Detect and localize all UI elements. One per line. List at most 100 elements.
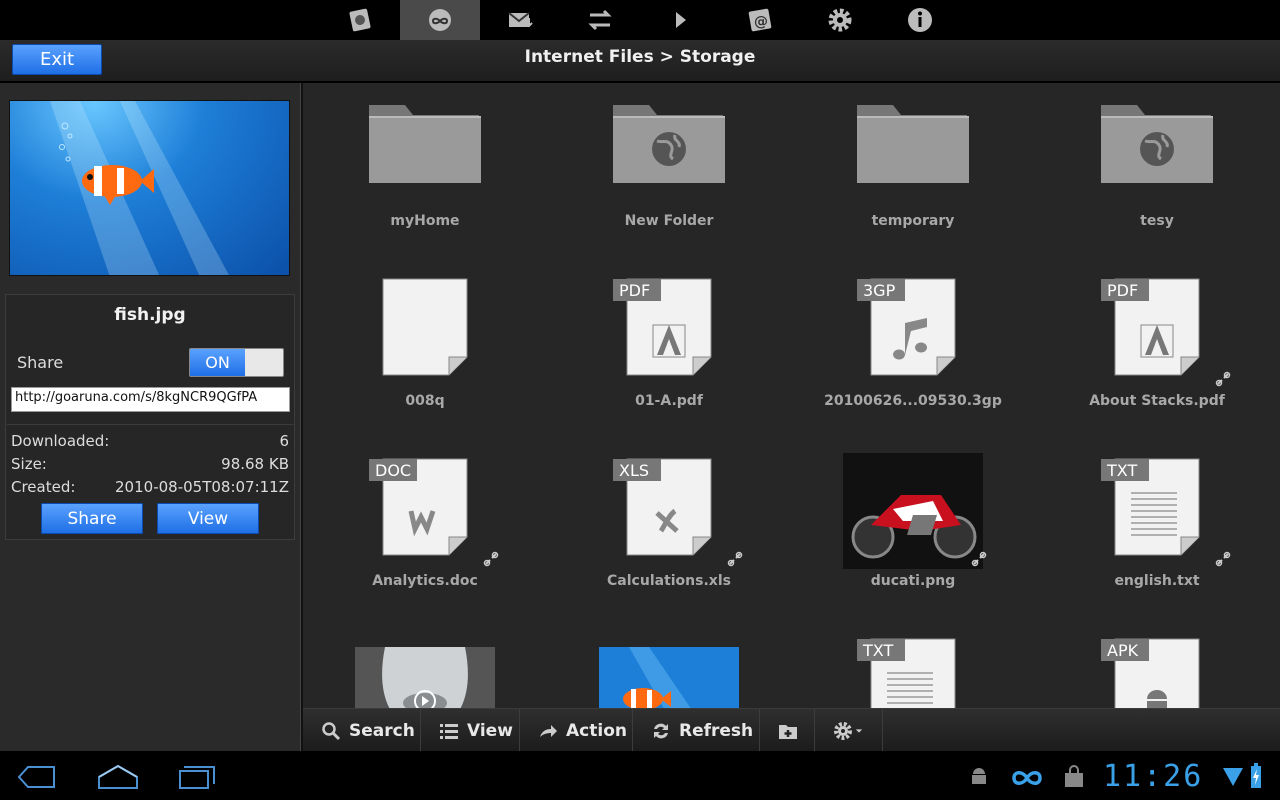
action-button[interactable]: Action [520, 709, 633, 752]
shared-link-icon [1215, 551, 1231, 567]
file-name: fish.jpg [114, 305, 186, 325]
size-row: Size: 98.68 KB [11, 455, 289, 473]
pdf-file-icon: PDF [1097, 273, 1217, 383]
refresh-icon [654, 723, 668, 738]
share-url-field[interactable]: http://goaruna.com/s/8kgNCR9QGfPA [11, 387, 290, 412]
file-label: ducati.png [870, 573, 956, 589]
file-item[interactable]: APK [1035, 623, 1279, 708]
file-label: About Stacks.pdf [1089, 393, 1225, 409]
shared-link-icon [1215, 371, 1231, 387]
file-info-box: fish.jpg Share ON http://goaruna.com/s/8… [5, 294, 295, 540]
hard-drive-icon [349, 8, 371, 32]
chevron-down-icon [855, 728, 863, 733]
file-item[interactable]: PDF 01-A.pdf [547, 263, 791, 443]
file-item[interactable]: 008q [303, 263, 547, 443]
forward-arrow-icon [540, 724, 557, 737]
clock: 11:26 [1103, 759, 1204, 794]
search-button[interactable]: Search [303, 709, 421, 752]
folder-icon [853, 93, 973, 203]
downloaded-value: 6 [279, 432, 289, 450]
settings-menu-button[interactable] [815, 709, 883, 752]
svg-text:APK: APK [1107, 641, 1139, 660]
share-toggle[interactable]: ON [189, 348, 284, 377]
view-mode-button[interactable]: View [421, 709, 520, 752]
size-label: Size: [11, 455, 47, 473]
gear-dropdown-icon [834, 721, 852, 740]
file-item[interactable]: temporary [791, 83, 1035, 263]
image-thumbnail [355, 647, 495, 708]
file-item[interactable]: 3GP 20100626...09530.3gp [791, 263, 1035, 443]
settings-tab[interactable] [800, 0, 880, 40]
file-item[interactable]: ducati.png [791, 443, 1035, 623]
title-bar: Internet Files > Storage Exit [0, 40, 1280, 82]
file-label: New Folder [624, 213, 714, 229]
top-tab-bar: @ [0, 0, 1280, 40]
file-item[interactable]: XLS Calculations.xls [547, 443, 791, 623]
recent-apps-icon[interactable] [177, 763, 217, 791]
image-thumbnail [843, 453, 983, 569]
exit-button[interactable]: Exit [12, 44, 102, 75]
info-tab[interactable] [880, 0, 960, 40]
file-label: 01-A.pdf [635, 393, 703, 409]
transfers-tab[interactable] [560, 0, 640, 40]
shared-link-icon [483, 551, 499, 567]
file-item[interactable]: tesy [1035, 83, 1279, 263]
created-row: Created: 2010-08-05T08:07:11Z [11, 478, 289, 496]
action-label: Action [566, 720, 627, 741]
3gp-file-icon: 3GP [853, 273, 973, 383]
svg-text:PDF: PDF [1107, 281, 1138, 300]
downloaded-label: Downloaded: [11, 432, 110, 450]
blank-file-icon [365, 273, 485, 383]
svg-text:XLS: XLS [619, 461, 649, 480]
folder-icon [365, 93, 485, 203]
file-item[interactable]: New Folder [547, 83, 791, 263]
doc-file-icon: DOC [365, 453, 485, 563]
image-thumbnail [599, 647, 739, 708]
file-item[interactable]: myHome [303, 83, 547, 263]
play-tab[interactable] [640, 0, 720, 40]
file-label: 008q [405, 393, 445, 409]
file-label: tesy [1140, 213, 1174, 229]
file-item[interactable]: TXT [791, 623, 1035, 708]
file-label: 20100626...09530.3gp [824, 393, 1002, 409]
file-preview-image [9, 100, 290, 276]
battery-charging-icon [1251, 763, 1261, 788]
apk-file-icon: APK [1097, 633, 1217, 708]
file-item[interactable] [303, 623, 547, 708]
svg-text:DOC: DOC [375, 461, 411, 480]
transfer-arrows-icon [588, 9, 612, 31]
list-icon [440, 723, 458, 739]
file-item[interactable] [547, 623, 791, 708]
file-item[interactable]: TXT english.txt [1035, 443, 1279, 623]
bottom-toolbar: Search View Action Refresh [303, 708, 1280, 752]
file-grid: myHome New Folder temporary tesy 008q PDF 01-A… [303, 83, 1280, 708]
device-tab[interactable] [320, 0, 400, 40]
cloud-tab[interactable] [400, 0, 480, 40]
view-label: View [467, 720, 513, 741]
shared-folder-icon [1097, 93, 1217, 203]
created-value: 2010-08-05T08:07:11Z [115, 478, 289, 496]
file-item[interactable]: DOC Analytics.doc [303, 443, 547, 623]
txt-file-icon: TXT [1097, 453, 1217, 563]
refresh-button[interactable]: Refresh [633, 709, 760, 752]
new-folder-button[interactable] [760, 709, 815, 752]
pdf-file-icon: PDF [609, 273, 729, 383]
market-bag-icon [1065, 765, 1083, 787]
file-details-panel: fish.jpg Share ON http://goaruna.com/s/8… [0, 83, 300, 751]
size-value: 98.68 KB [221, 455, 289, 473]
shared-link-icon [727, 551, 743, 567]
infinity-cloud-icon [429, 9, 451, 31]
view-button[interactable]: View [157, 503, 259, 534]
inbox-tab[interactable] [480, 0, 560, 40]
back-icon[interactable] [16, 763, 58, 791]
file-label: temporary [871, 213, 955, 229]
contacts-tab[interactable]: @ [720, 0, 800, 40]
share-button[interactable]: Share [41, 503, 143, 534]
home-icon[interactable] [96, 763, 140, 791]
file-label: Analytics.doc [372, 573, 478, 589]
svg-text:TXT: TXT [862, 641, 893, 660]
file-label: english.txt [1114, 573, 1200, 589]
file-item[interactable]: PDF About Stacks.pdf [1035, 263, 1279, 443]
downloaded-row: Downloaded: 6 [11, 432, 289, 450]
gear-icon [828, 8, 852, 32]
